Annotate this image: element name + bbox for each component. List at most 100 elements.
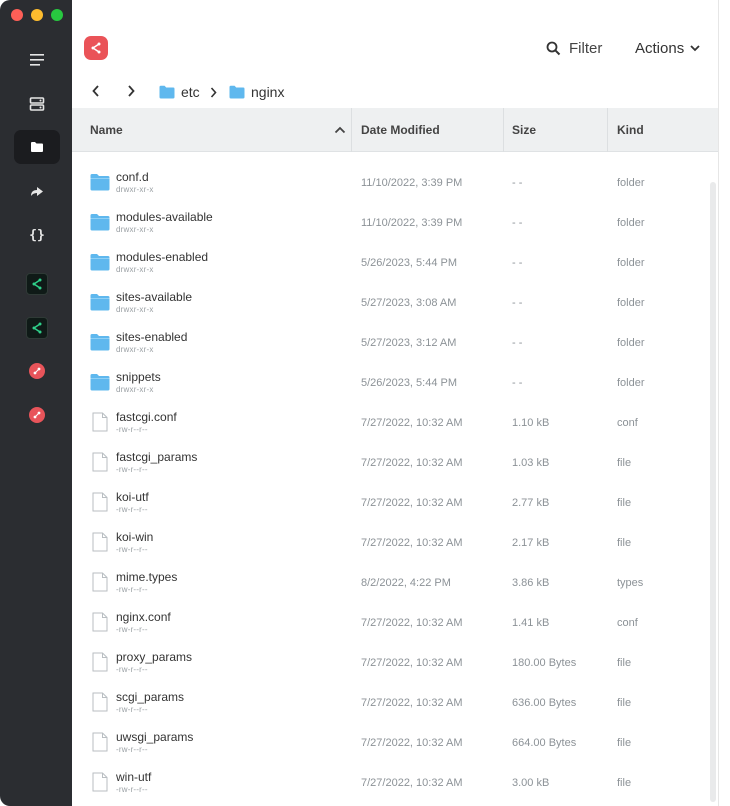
file-row[interactable]: nginx.conf -rw-r--r-- 7/27/2022, 10:32 A…	[72, 603, 708, 643]
file-row[interactable]: mime.types -rw-r--r-- 8/2/2022, 4:22 PM …	[72, 563, 708, 603]
column-divider[interactable]	[351, 108, 352, 152]
breadcrumb-label: nginx	[251, 84, 285, 100]
server-icon	[29, 97, 45, 111]
file-permissions: -rw-r--r--	[116, 545, 148, 554]
zoom-window-button[interactable]	[51, 9, 63, 21]
file-permissions: -rw-r--r--	[116, 585, 148, 594]
top-bar: Filter Actions etc nginx	[72, 0, 718, 108]
back-button[interactable]	[86, 80, 106, 102]
sidebar-host-ubuntu-2[interactable]	[14, 311, 60, 345]
file-name: modules-enabled	[116, 250, 209, 264]
file-permissions: -rw-r--r--	[116, 785, 148, 794]
table-header: Name Date Modified Size Kind	[72, 108, 718, 152]
file-icon	[92, 532, 108, 557]
file-size: 636.00 Bytes	[512, 697, 577, 709]
file-name: nginx.conf	[116, 610, 171, 624]
actions-label: Actions	[635, 39, 685, 57]
sidebar-item-port-forwarding[interactable]	[14, 174, 60, 208]
file-row[interactable]: conf.d drwxr-xr-x 11/10/2022, 3:39 PM - …	[72, 163, 708, 203]
file-row[interactable]: koi-win -rw-r--r-- 7/27/2022, 10:32 AM 2…	[72, 523, 708, 563]
file-size: - -	[512, 377, 523, 389]
file-row[interactable]: fastcgi_params -rw-r--r-- 7/27/2022, 10:…	[72, 443, 708, 483]
file-date-modified: 7/27/2022, 10:32 AM	[361, 457, 463, 469]
ubuntu-icon	[26, 273, 48, 295]
file-row[interactable]: sites-enabled drwxr-xr-x 5/27/2023, 3:12…	[72, 323, 708, 363]
file-row[interactable]: sites-available drwxr-xr-x 5/27/2023, 3:…	[72, 283, 708, 323]
file-date-modified: 7/27/2022, 10:32 AM	[361, 417, 463, 429]
file-permissions: drwxr-xr-x	[116, 345, 154, 354]
column-kind-label: Kind	[617, 123, 644, 137]
file-row[interactable]: fastcgi.conf -rw-r--r-- 7/27/2022, 10:32…	[72, 403, 708, 443]
file-row[interactable]: modules-enabled drwxr-xr-x 5/26/2023, 5:…	[72, 243, 708, 283]
breadcrumb-label: etc	[181, 84, 200, 100]
file-kind: file	[617, 737, 632, 749]
file-size: - -	[512, 177, 523, 189]
file-icon	[92, 652, 108, 677]
file-date-modified: 5/27/2023, 3:08 AM	[361, 297, 457, 309]
sidebar-item-hosts[interactable]	[14, 87, 60, 121]
sidebar-item-snippets[interactable]: {}	[14, 218, 60, 252]
sort-ascending-icon[interactable]	[334, 125, 346, 135]
file-icon	[92, 412, 108, 437]
file-kind: file	[617, 777, 632, 789]
file-row[interactable]: win-utf -rw-r--r-- 7/27/2022, 10:32 AM 3…	[72, 763, 708, 803]
ubuntu-logo-icon	[84, 36, 108, 60]
red-host-icon	[29, 407, 45, 423]
sidebar-menu-button[interactable]	[14, 43, 60, 77]
sidebar: {}	[0, 0, 72, 806]
column-header-name[interactable]: Name	[90, 108, 123, 152]
file-date-modified: 7/27/2022, 10:32 AM	[361, 697, 463, 709]
column-divider[interactable]	[503, 108, 504, 152]
folder-icon	[229, 85, 245, 99]
file-size: - -	[512, 217, 523, 229]
column-header-size[interactable]: Size	[512, 108, 536, 152]
file-date-modified: 5/27/2023, 3:12 AM	[361, 337, 457, 349]
file-kind: folder	[617, 217, 645, 229]
column-date-label: Date Modified	[361, 123, 440, 137]
file-row[interactable]: modules-available drwxr-xr-x 11/10/2022,…	[72, 203, 708, 243]
file-date-modified: 7/27/2022, 10:32 AM	[361, 617, 463, 629]
file-row[interactable]: proxy_params -rw-r--r-- 7/27/2022, 10:32…	[72, 643, 708, 683]
file-row[interactable]: snippets drwxr-xr-x 5/26/2023, 5:44 PM -…	[72, 363, 708, 403]
column-divider[interactable]	[607, 108, 608, 152]
forward-button[interactable]	[121, 80, 141, 102]
actions-menu-button[interactable]: Actions	[635, 36, 700, 60]
chevron-left-icon	[92, 85, 99, 97]
file-permissions: -rw-r--r--	[116, 465, 148, 474]
red-host-icon	[29, 363, 45, 379]
file-size: 2.17 kB	[512, 537, 550, 549]
file-name: koi-win	[116, 530, 154, 544]
folder-icon	[90, 293, 110, 316]
file-name: mime.types	[116, 570, 178, 584]
sidebar-host-red-1[interactable]	[14, 354, 60, 388]
file-kind: folder	[617, 337, 645, 349]
file-size: 1.41 kB	[512, 617, 550, 629]
sidebar-host-ubuntu-1[interactable]	[14, 267, 60, 301]
file-size: 2.77 kB	[512, 497, 550, 509]
filter-button[interactable]: Filter	[546, 36, 602, 60]
column-size-label: Size	[512, 123, 537, 137]
file-name: win-utf	[116, 770, 152, 784]
column-header-kind[interactable]: Kind	[617, 108, 644, 152]
chevron-right-icon	[210, 86, 217, 98]
sidebar-item-sftp[interactable]	[14, 130, 60, 164]
close-window-button[interactable]	[11, 9, 23, 21]
vertical-scrollbar[interactable]	[710, 182, 716, 802]
column-header-date[interactable]: Date Modified	[361, 108, 440, 152]
minimize-window-button[interactable]	[31, 9, 43, 21]
file-row[interactable]: koi-utf -rw-r--r-- 7/27/2022, 10:32 AM 2…	[72, 483, 708, 523]
file-kind: conf	[617, 417, 638, 429]
file-permissions: drwxr-xr-x	[116, 385, 154, 394]
file-size: 3.00 kB	[512, 777, 550, 789]
breadcrumb-etc[interactable]: etc	[159, 82, 200, 102]
search-icon	[546, 41, 561, 55]
breadcrumb-nginx[interactable]: nginx	[229, 82, 284, 102]
file-icon	[92, 692, 108, 717]
file-name: uwsgi_params	[116, 730, 194, 744]
sidebar-host-red-2[interactable]	[14, 398, 60, 432]
file-row[interactable]: uwsgi_params -rw-r--r-- 7/27/2022, 10:32…	[72, 723, 708, 763]
folder-icon	[90, 213, 110, 236]
file-row[interactable]: scgi_params -rw-r--r-- 7/27/2022, 10:32 …	[72, 683, 708, 723]
chevron-down-icon	[690, 45, 700, 52]
folder-icon	[90, 173, 110, 196]
